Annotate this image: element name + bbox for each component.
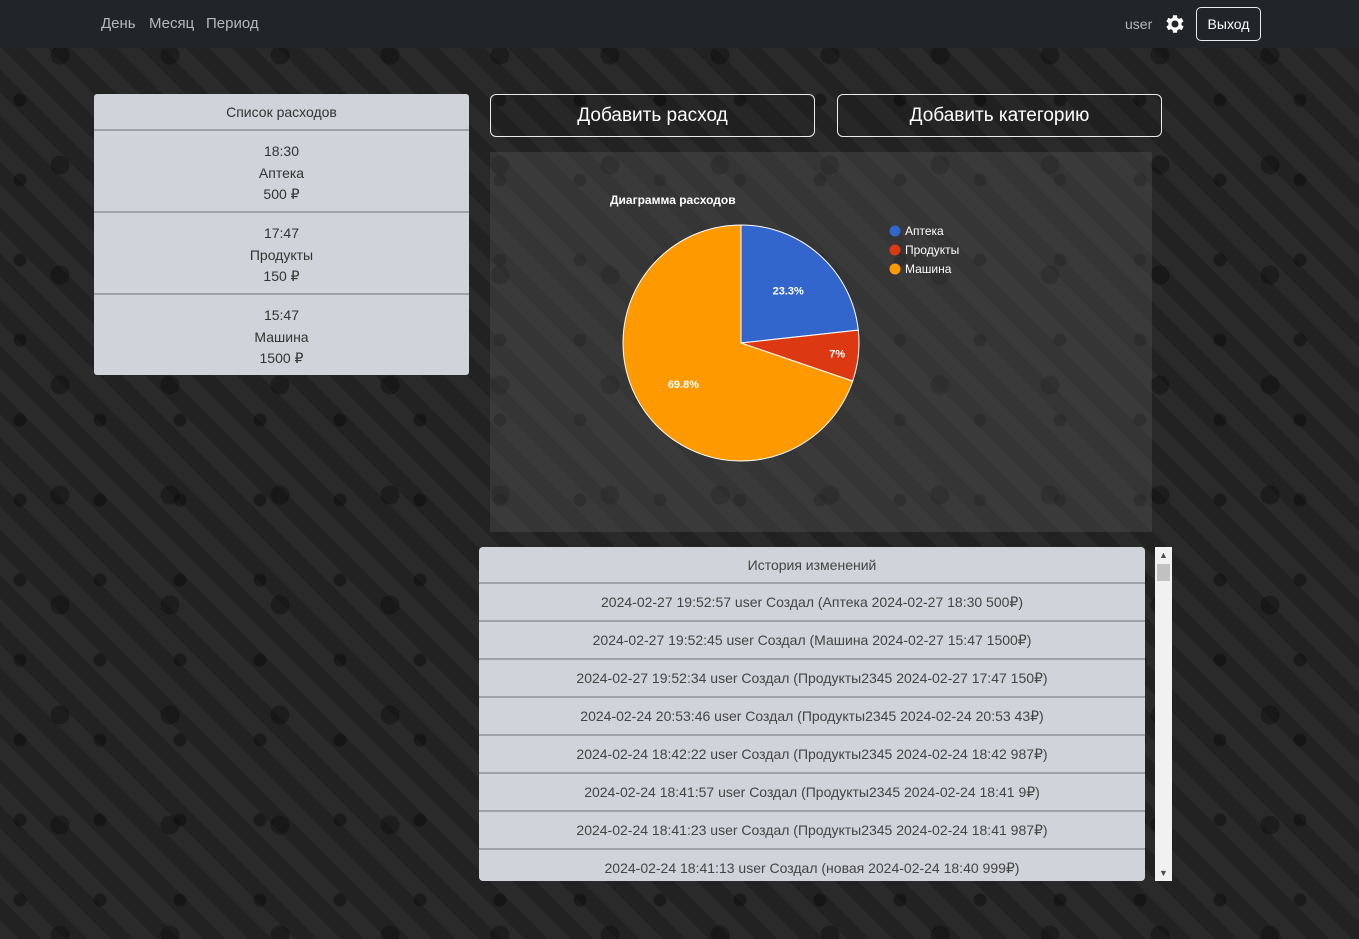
list-item[interactable]: 17:47 Продукты 150 ₽ [94,213,469,295]
history-panel: История изменений 2024-02-27 19:52:57 us… [479,547,1145,881]
gear-icon[interactable] [1163,12,1187,36]
nav-link-month[interactable]: Месяц [149,15,194,32]
logout-button[interactable]: Выход [1196,7,1261,41]
chart-title: Диаграмма расходов [610,193,736,207]
table-row: 2024-02-24 20:53:46 user Создал (Продукт… [479,698,1145,736]
pie-slice-label: 23.3% [773,285,804,297]
pie-slice-label: 69.8% [668,379,699,391]
expense-time: 18:30 [263,143,300,159]
add-expense-button[interactable]: Добавить расход [490,94,815,137]
navbar: День Месяц Период user Выход [0,0,1359,48]
table-row: 2024-02-24 18:41:13 user Создал (новая 2… [479,850,1145,881]
legend-label: Аптека [905,224,944,238]
expense-list-title: Список расходов [94,94,469,131]
pie-slice-1[interactable] [740,224,859,344]
add-category-button[interactable]: Добавить категорию [837,94,1162,137]
expense-amount: 150 ₽ [263,268,300,284]
table-row: 2024-02-27 19:52:57 user Создал (Аптека … [479,584,1145,622]
expense-category: Продукты [249,246,314,263]
legend-label: Продукты [905,243,959,257]
expense-time: 17:47 [263,225,300,241]
table-row: 2024-02-24 18:41:23 user Создал (Продукт… [479,812,1145,850]
expense-chart: Диаграмма расходов 23.3% 7% 69.8% Аптека Пр… [490,152,1152,532]
username: user [1125,16,1153,32]
table-row: 2024-02-24 18:42:22 user Создал (Продукт… [479,736,1145,774]
scroll-up-arrow-icon[interactable]: ▲ [1155,547,1172,563]
expense-amount: 500 ₽ [263,186,300,202]
pie-slice-label: 7% [829,349,845,361]
table-row: 2024-02-24 18:41:57 user Создал (Продукт… [479,774,1145,812]
expense-category: Аптека [258,164,305,181]
expense-list: Список расходов 18:30 Аптека 500 ₽ 17:47… [94,94,469,375]
legend-marker [889,225,901,237]
legend-label: Машина [905,262,952,276]
expense-time: 15:47 [263,307,300,323]
nav-link-period[interactable]: Период [206,15,259,32]
pie-chart: Диаграмма расходов 23.3% 7% 69.8% Аптека Пр… [610,193,959,462]
scroll-down-arrow-icon[interactable]: ▼ [1155,865,1172,881]
table-row: 2024-02-27 19:52:45 user Создал (Машина … [479,622,1145,660]
list-item[interactable]: 18:30 Аптека 500 ₽ [94,131,469,213]
nav-link-day[interactable]: День [101,15,136,32]
history-scrollbar[interactable]: ▲ ▼ [1155,547,1172,881]
scroll-thumb[interactable] [1157,564,1170,581]
table-row: 2024-02-27 19:52:34 user Создал (Продукт… [479,660,1145,698]
expense-amount: 1500 ₽ [259,350,304,366]
expense-category: Машина [254,328,309,345]
legend-marker [889,263,901,275]
legend-marker [889,244,901,256]
history-title: История изменений [479,547,1145,584]
list-item[interactable]: 15:47 Машина 1500 ₽ [94,295,469,375]
